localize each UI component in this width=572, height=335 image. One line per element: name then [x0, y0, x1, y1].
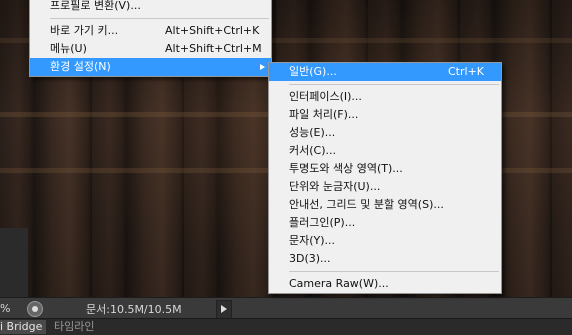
menu-item-preferences[interactable]: 환경 설정(N)	[30, 58, 271, 76]
menu-item-label: 플러그인(P)...	[289, 216, 356, 229]
menu-item-label: Camera Raw(W)...	[289, 277, 389, 290]
menu-item-label: 커서(C)...	[289, 144, 336, 157]
menu-item-label: 프로필로 변환(V)...	[50, 0, 141, 12]
zoom-level[interactable]: %	[0, 302, 10, 315]
edit-menu: 프로필로 변환(V)... 바로 가기 키... Alt+Shift+Ctrl+…	[29, 0, 272, 77]
menu-item-label: 환경 설정(N)	[50, 60, 111, 73]
menu-item-label: 인터페이스(I)...	[289, 90, 362, 103]
menu-item-label: 일반(G)...	[289, 65, 337, 78]
menu-item-cursors[interactable]: 커서(C)...	[269, 142, 501, 160]
tab-timeline[interactable]: 타임라인	[50, 320, 98, 334]
menu-item-plugins[interactable]: 플러그인(P)...	[269, 214, 501, 232]
submenu-arrow-icon	[260, 64, 265, 70]
menu-item-label: 메뉴(U)	[50, 42, 87, 55]
panel-tab-bar: i Bridge 타임라인	[0, 318, 572, 335]
menu-item-performance[interactable]: 성능(E)...	[269, 124, 501, 142]
menu-item-label: 단위와 눈금자(U)...	[289, 180, 381, 193]
menu-item-interface[interactable]: 인터페이스(I)...	[269, 88, 501, 106]
menu-item-3d[interactable]: 3D(3)...	[269, 250, 501, 268]
status-menu-arrow-icon[interactable]	[216, 300, 232, 319]
menu-item-label: 바로 가기 키...	[50, 24, 119, 37]
menu-separator	[289, 271, 499, 272]
share-icon[interactable]	[27, 301, 43, 317]
menu-item-label: 문자(Y)...	[289, 234, 336, 247]
menu-item-shortcuts[interactable]: 바로 가기 키... Alt+Shift+Ctrl+K	[30, 22, 271, 40]
menu-item-convert-profile[interactable]: 프로필로 변환(V)...	[30, 0, 271, 15]
menu-item-shortcut: Alt+Shift+Ctrl+M	[165, 42, 262, 55]
menu-item-general[interactable]: 일반(G)... Ctrl+K	[269, 63, 501, 81]
status-bar: % 문서:10.5M/10.5M	[0, 297, 572, 319]
canvas-margin	[0, 228, 28, 297]
preferences-submenu: 일반(G)... Ctrl+K 인터페이스(I)... 파일 처리(F)... …	[268, 62, 502, 294]
menu-separator	[50, 18, 269, 19]
menu-separator	[289, 84, 499, 85]
menu-item-label: 안내선, 그리드 및 분할 영역(S)...	[289, 198, 444, 211]
menu-item-file-handling[interactable]: 파일 처리(F)...	[269, 106, 501, 124]
menu-item-type[interactable]: 문자(Y)...	[269, 232, 501, 250]
menu-item-label: 3D(3)...	[289, 252, 331, 265]
menu-item-shortcut: Ctrl+K	[448, 65, 485, 78]
tab-bridge[interactable]: i Bridge	[0, 320, 47, 334]
menu-item-guides-grid[interactable]: 안내선, 그리드 및 분할 영역(S)...	[269, 196, 501, 214]
document-size: 문서:10.5M/10.5M	[86, 303, 182, 316]
menu-item-camera-raw[interactable]: Camera Raw(W)...	[269, 275, 501, 293]
menu-item-label: 성능(E)...	[289, 126, 336, 139]
menu-item-transparency[interactable]: 투명도와 색상 영역(T)...	[269, 160, 501, 178]
menu-item-label: 파일 처리(F)...	[289, 108, 359, 121]
menu-item-units-rulers[interactable]: 단위와 눈금자(U)...	[269, 178, 501, 196]
menu-item-shortcut: Alt+Shift+Ctrl+K	[165, 24, 260, 37]
menu-item-menus[interactable]: 메뉴(U) Alt+Shift+Ctrl+M	[30, 40, 271, 58]
menu-item-label: 투명도와 색상 영역(T)...	[289, 162, 403, 175]
